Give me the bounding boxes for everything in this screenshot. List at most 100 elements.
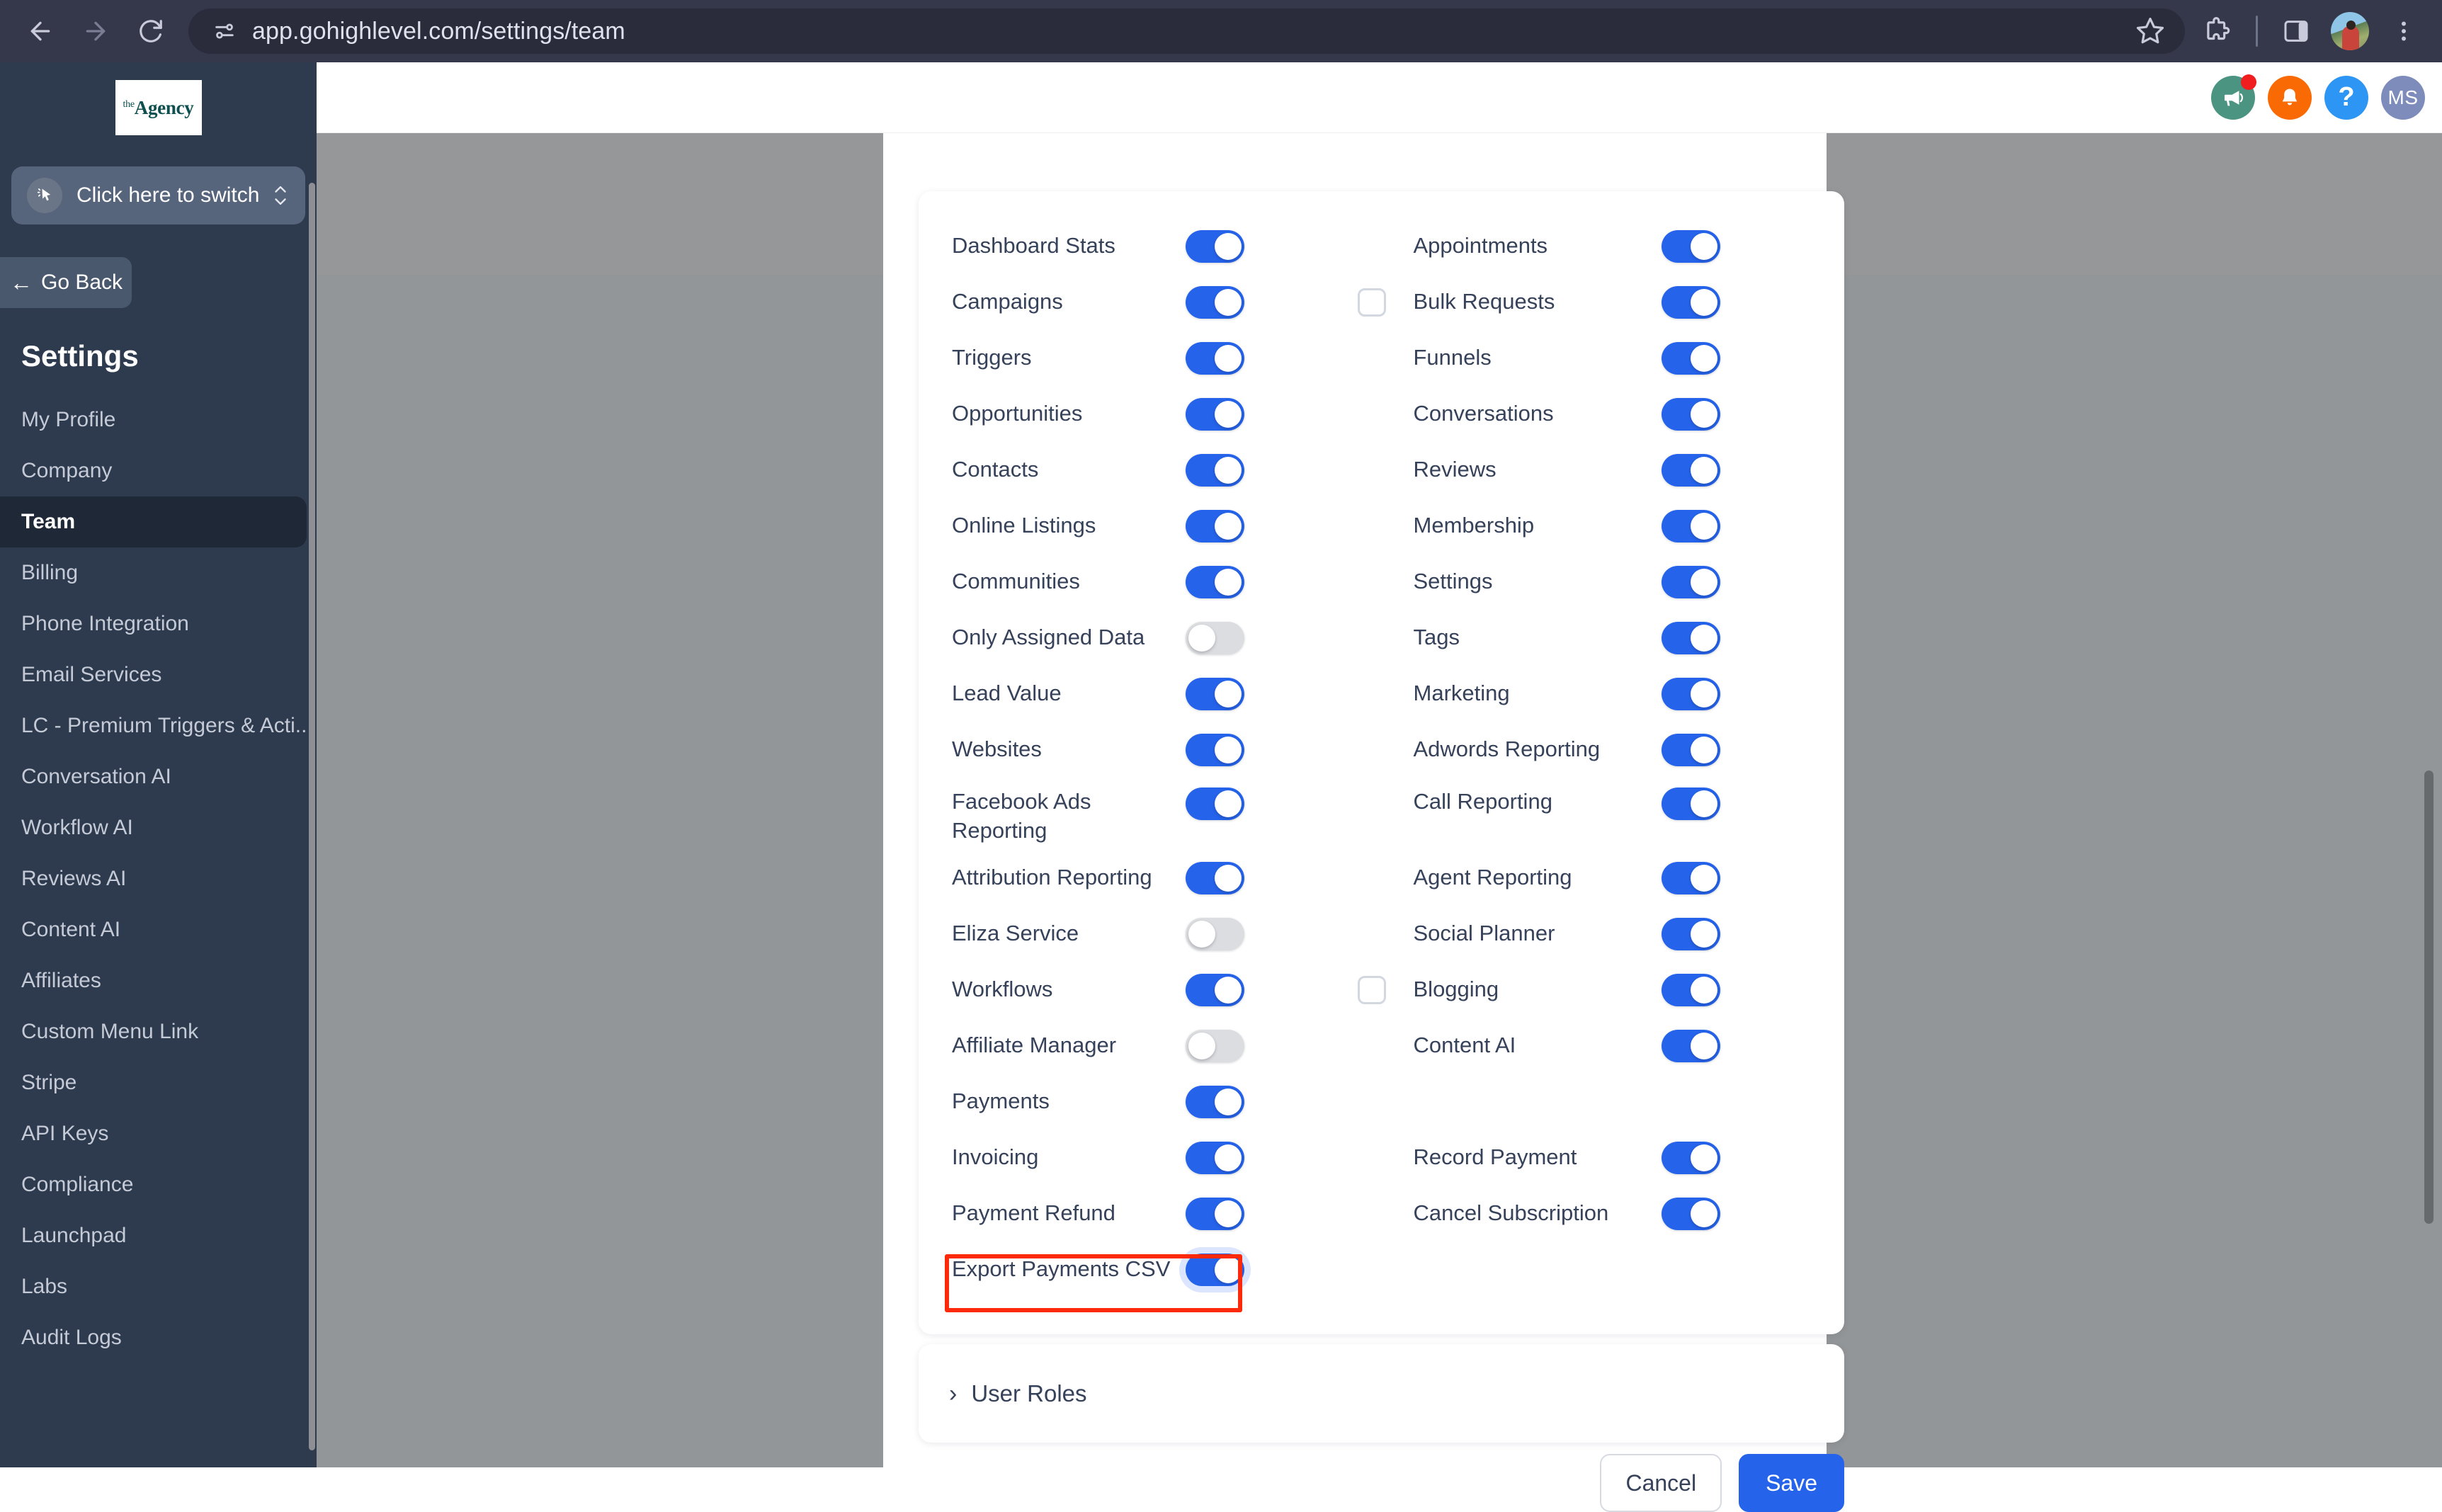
sidebar-item-lc-premium-triggers-acti[interactable]: LC - Premium Triggers & Acti...: [0, 700, 317, 751]
permission-toggle[interactable]: [1662, 510, 1720, 542]
toolbar-divider: [2256, 16, 2258, 47]
permission-label: Marketing: [1414, 679, 1662, 708]
permission-toggle[interactable]: [1186, 1030, 1244, 1062]
sidebar-item-team[interactable]: Team: [0, 496, 307, 547]
permission-toggle[interactable]: [1662, 1142, 1720, 1174]
sidebar-item-labs[interactable]: Labs: [0, 1261, 317, 1312]
browser-actions: [2192, 6, 2442, 57]
toggle-knob: [1691, 1144, 1717, 1171]
bell-icon[interactable]: [2268, 76, 2312, 120]
sidebar-item-audit-logs[interactable]: Audit Logs: [0, 1312, 317, 1363]
user-roles-section[interactable]: › User Roles: [919, 1344, 1844, 1443]
permission-row: Only Assigned Data: [952, 610, 1382, 666]
permission-row: Marketing: [1414, 666, 1845, 722]
save-button[interactable]: Save: [1739, 1454, 1844, 1512]
cancel-button[interactable]: Cancel: [1600, 1454, 1722, 1512]
permission-toggle[interactable]: [1662, 678, 1720, 710]
permission-toggle[interactable]: [1186, 1198, 1244, 1230]
permission-toggle[interactable]: [1662, 566, 1720, 598]
permission-toggle[interactable]: [1662, 1198, 1720, 1230]
permission-toggle[interactable]: [1186, 622, 1244, 654]
avatar[interactable]: MS: [2381, 76, 2425, 120]
permission-toggle[interactable]: [1662, 454, 1720, 487]
permission-toggle[interactable]: [1186, 918, 1244, 950]
browser-nav-buttons: [0, 4, 178, 59]
sidebar-item-label: Email Services: [21, 663, 161, 687]
sidebar-item-my-profile[interactable]: My Profile: [0, 394, 317, 445]
profile-avatar-icon[interactable]: [2324, 6, 2375, 57]
permission-toggle[interactable]: [1186, 678, 1244, 710]
permission-label: Membership: [1414, 511, 1662, 540]
sidebar-scrollbar[interactable]: [309, 183, 315, 1450]
sidebar-item-reviews-ai[interactable]: Reviews AI: [0, 853, 317, 904]
sidebar-item-custom-menu-link[interactable]: Custom Menu Link: [0, 1006, 317, 1057]
toggle-knob: [1691, 790, 1717, 817]
permission-toggle[interactable]: [1662, 622, 1720, 654]
toggle-knob: [1215, 977, 1242, 1004]
permission-toggle[interactable]: [1186, 566, 1244, 598]
three-dot-menu-icon[interactable]: [2378, 6, 2429, 57]
sidebar-item-content-ai[interactable]: Content AI: [0, 904, 317, 955]
permission-toggle[interactable]: [1186, 230, 1244, 263]
address-bar[interactable]: app.gohighlevel.com/settings/team: [188, 8, 2185, 54]
account-switcher[interactable]: Click here to switch: [11, 166, 305, 224]
permission-toggle[interactable]: [1662, 398, 1720, 431]
permission-toggle[interactable]: [1662, 788, 1720, 820]
permission-toggle[interactable]: [1186, 734, 1244, 766]
permission-label: Campaigns: [952, 288, 1186, 317]
header-icon-group: ? MS: [2211, 76, 2425, 120]
sidebar-item-conversation-ai[interactable]: Conversation AI: [0, 751, 317, 802]
sidebar-item-email-services[interactable]: Email Services: [0, 649, 317, 700]
side-panel-icon[interactable]: [2271, 6, 2322, 57]
permission-toggle[interactable]: [1186, 398, 1244, 431]
reload-icon[interactable]: [123, 4, 178, 59]
permission-toggle[interactable]: [1662, 230, 1720, 263]
permission-toggle[interactable]: [1662, 1030, 1720, 1062]
user-roles-label: User Roles: [971, 1380, 1086, 1407]
forward-arrow-icon[interactable]: [68, 4, 123, 59]
sidebar-item-compliance[interactable]: Compliance: [0, 1159, 317, 1210]
toggle-knob: [1691, 1033, 1717, 1059]
toggle-knob: [1215, 865, 1242, 892]
permission-toggle[interactable]: [1662, 918, 1720, 950]
permissions-card: Dashboard StatsCampaignsTriggersOpportun…: [919, 191, 1844, 1334]
sidebar-item-stripe[interactable]: Stripe: [0, 1057, 317, 1108]
permission-checkbox[interactable]: [1358, 288, 1386, 317]
permission-toggle[interactable]: [1662, 734, 1720, 766]
permission-toggle[interactable]: [1662, 342, 1720, 375]
sidebar-item-launchpad[interactable]: Launchpad: [0, 1210, 317, 1261]
permission-toggle[interactable]: [1186, 862, 1244, 894]
permission-label: Online Listings: [952, 511, 1186, 540]
permission-toggle[interactable]: [1186, 788, 1244, 820]
permission-row: Dashboard Stats: [952, 218, 1382, 274]
back-arrow-icon[interactable]: [13, 4, 68, 59]
site-settings-icon[interactable]: [208, 15, 241, 47]
toggle-knob: [1215, 569, 1242, 596]
permission-toggle[interactable]: [1186, 974, 1244, 1006]
permission-row: Tags: [1414, 610, 1845, 666]
permission-toggle[interactable]: [1186, 510, 1244, 542]
sidebar-item-billing[interactable]: Billing: [0, 547, 317, 598]
permission-toggle[interactable]: [1186, 1142, 1244, 1174]
permission-toggle[interactable]: [1186, 454, 1244, 487]
permission-toggle[interactable]: [1662, 974, 1720, 1006]
notification-badge-dot: [2241, 74, 2256, 90]
sidebar-item-phone-integration[interactable]: Phone Integration: [0, 598, 317, 649]
sidebar-item-company[interactable]: Company: [0, 445, 317, 496]
page-scrollbar[interactable]: [2424, 771, 2434, 1224]
megaphone-icon[interactable]: [2211, 76, 2255, 120]
permission-toggle[interactable]: [1662, 862, 1720, 894]
sidebar-item-workflow-ai[interactable]: Workflow AI: [0, 802, 317, 853]
permission-toggle[interactable]: [1662, 286, 1720, 319]
go-back-button[interactable]: ← Go Back: [0, 257, 132, 308]
permission-toggle[interactable]: [1186, 286, 1244, 319]
extensions-icon[interactable]: [2192, 6, 2243, 57]
bookmark-star-icon[interactable]: [2135, 16, 2165, 46]
sidebar-item-affiliates[interactable]: Affiliates: [0, 955, 317, 1006]
help-icon[interactable]: ?: [2324, 76, 2368, 120]
sidebar-item-api-keys[interactable]: API Keys: [0, 1108, 317, 1159]
permission-toggle[interactable]: [1186, 1086, 1244, 1118]
permission-toggle[interactable]: [1186, 342, 1244, 375]
permission-toggle[interactable]: [1186, 1254, 1244, 1286]
permission-checkbox[interactable]: [1358, 976, 1386, 1004]
